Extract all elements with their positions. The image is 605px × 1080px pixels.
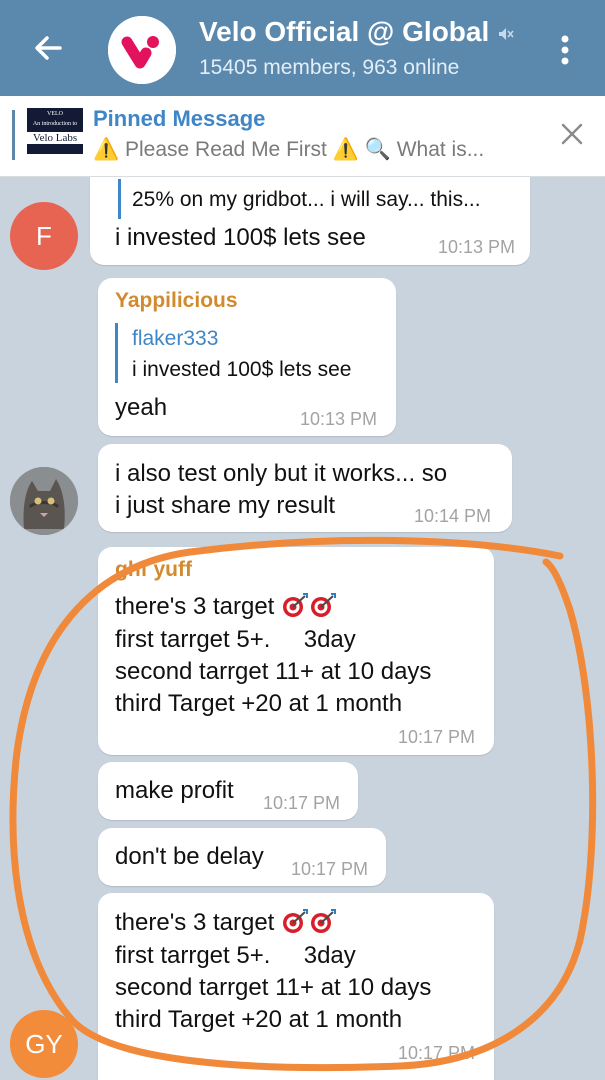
annotation-circle [9,536,597,1072]
